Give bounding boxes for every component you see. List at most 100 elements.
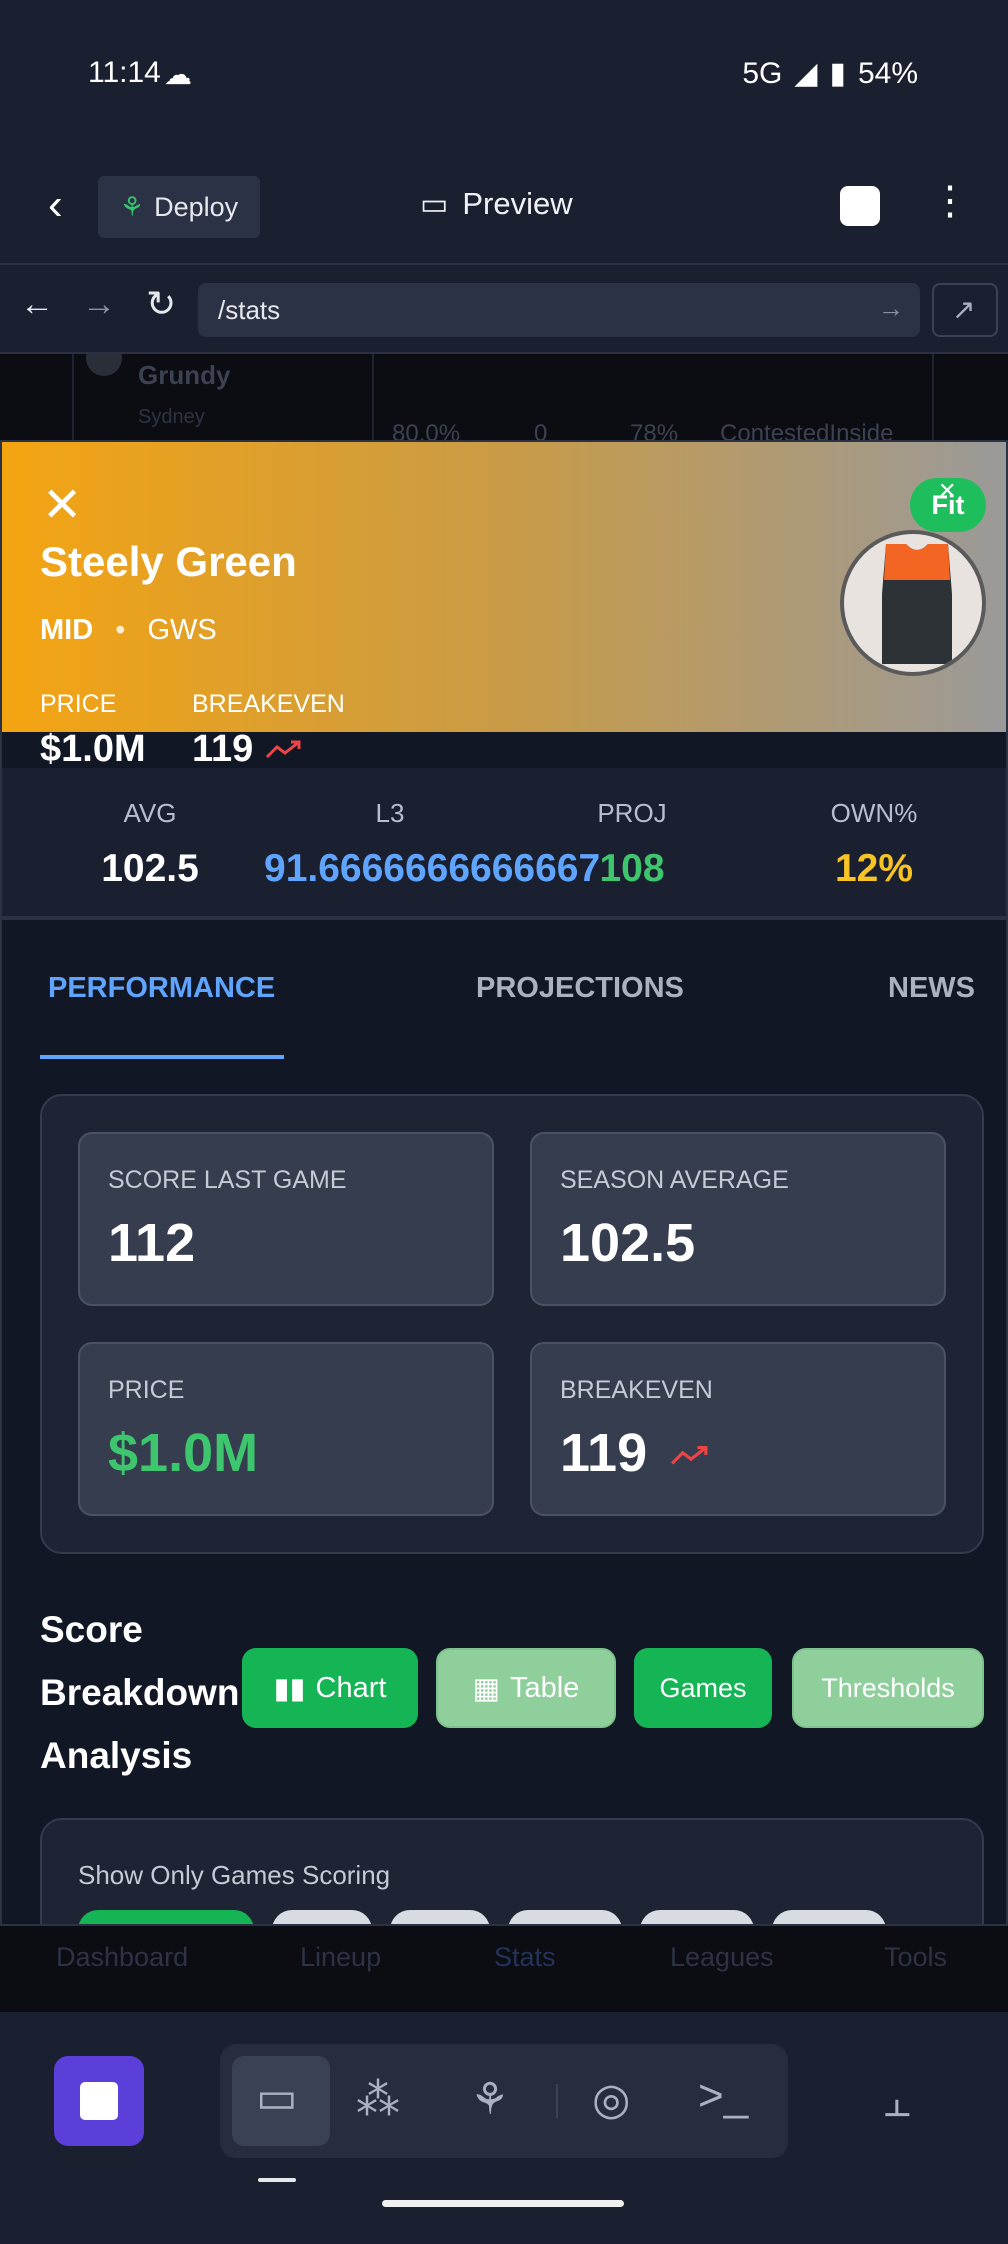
stat-proj: PROJ 108: [506, 768, 758, 891]
layout-toggle-icon[interactable]: ⫠: [884, 2080, 911, 2124]
card-label: PRICE: [108, 1376, 185, 1404]
filter-chip[interactable]: [272, 1910, 372, 1924]
filter-chip[interactable]: [772, 1910, 886, 1924]
database-icon[interactable]: ◎: [592, 2078, 630, 2122]
chart-button[interactable]: ▮▮ Chart: [242, 1648, 418, 1728]
close-icon[interactable]: ✕: [42, 482, 82, 530]
status-right: 5G ◢ ▮ 54%: [742, 56, 918, 91]
stat-value: 91.6666666666667: [264, 847, 601, 890]
filter-chip[interactable]: [508, 1910, 622, 1924]
player-modal: ✕ Steely Green MID • GWS PRICE BREAKEVEN…: [0, 440, 1008, 1926]
active-tool-indicator: [258, 2178, 296, 2182]
player-name: Steely Green: [40, 538, 297, 585]
price-value: $1.0M: [40, 728, 146, 770]
chart-label: Chart: [315, 1671, 387, 1704]
background-col: 80.0%: [392, 420, 461, 440]
nav-back-icon[interactable]: ←: [20, 285, 54, 324]
status-time: 11:14: [88, 56, 161, 89]
filter-chip[interactable]: [390, 1910, 490, 1924]
stat-avg: AVG 102.5: [24, 768, 276, 891]
background-col: 0: [534, 420, 548, 440]
nav-leagues[interactable]: Leagues: [670, 1942, 774, 1973]
nav-lineup[interactable]: Lineup: [300, 1942, 381, 1973]
filter-chip[interactable]: [78, 1910, 254, 1924]
more-vertical-icon[interactable]: ⋮: [930, 178, 970, 224]
price-label: PRICE: [40, 690, 117, 718]
breakeven-value-row: 119: [192, 728, 301, 771]
background-team: Sydney: [138, 406, 205, 428]
games-button[interactable]: Games: [634, 1648, 772, 1728]
filter-panel: Show Only Games Scoring: [40, 1818, 984, 1924]
preview-tool[interactable]: ▭: [232, 2056, 330, 2146]
filter-label: Show Only Games Scoring: [78, 1860, 391, 1890]
card-label: SCORE LAST GAME: [108, 1166, 347, 1194]
thresholds-button[interactable]: Thresholds: [792, 1648, 984, 1728]
nav-tools[interactable]: Tools: [884, 1942, 947, 1973]
back-chevron-icon[interactable]: ‹: [48, 180, 63, 230]
stat-label: L3: [375, 798, 405, 828]
reload-icon[interactable]: ↻: [146, 283, 176, 325]
key-stats-row: AVG 102.5 L3 91.6666666666667 PROJ 108 O…: [2, 768, 1006, 918]
table-label: Table: [510, 1671, 580, 1704]
url-text: /stats: [218, 295, 281, 325]
go-arrow-icon[interactable]: →: [878, 293, 904, 324]
breakeven-card: BREAKEVEN 119: [530, 1342, 946, 1516]
breakeven-label: BREAKEVEN: [192, 690, 345, 718]
player-banner: ✕ Steely Green MID • GWS PRICE BREAKEVEN…: [2, 442, 1006, 732]
player-avatar: [840, 530, 986, 676]
card-value: 112: [108, 1213, 196, 1273]
stop-button[interactable]: [54, 2056, 144, 2146]
monitor-icon: ▭: [420, 187, 449, 221]
signal-icon: ◢: [794, 57, 818, 90]
trending-up-icon: [670, 1445, 708, 1465]
stat-value: 102.5: [101, 847, 199, 890]
breakeven-value: 119: [192, 728, 254, 770]
background-col: ContestedInside: [720, 420, 894, 440]
tool-group: ▭ ⁂ ⚘ ◎ >_: [220, 2044, 788, 2158]
deploy-tool-icon[interactable]: ⚘: [470, 2078, 509, 2122]
stop-icon: [80, 2082, 118, 2120]
deploy-button[interactable]: ⚘ Deploy: [98, 176, 260, 238]
player-position: MID: [40, 614, 94, 646]
nav-forward-icon[interactable]: →: [82, 285, 116, 324]
tab-bar: PERFORMANCE PROJECTIONS NEWS: [2, 918, 1006, 1059]
breakdown-title: Score Breakdown Analysis: [40, 1609, 240, 1776]
table-button[interactable]: ▦ Table: [436, 1648, 616, 1728]
bar-chart-icon: ▮▮: [273, 1672, 306, 1705]
badge-close-icon[interactable]: ✕: [938, 478, 956, 504]
stat-label: OWN%: [830, 798, 918, 828]
stat-label: PROJ: [597, 798, 667, 828]
packages-icon[interactable]: ⁂: [356, 2078, 400, 2122]
tab-news[interactable]: NEWS: [888, 972, 975, 1005]
url-bar: ← → ↻ /stats → ↗: [0, 267, 1008, 354]
preview-title: ▭ Preview: [420, 186, 573, 222]
background-page: Grundy Sydney 80.0% 0 78% ContestedInsid…: [0, 354, 1008, 440]
season-average-card: SEASON AVERAGE 102.5: [530, 1132, 946, 1306]
stat-own: OWN% 12%: [748, 768, 1000, 891]
stat-value: 108: [599, 847, 665, 890]
card-label: BREAKEVEN: [560, 1376, 713, 1404]
tabs-icon[interactable]: [840, 186, 880, 226]
notification-icon: ☁: [164, 59, 192, 90]
guernsey-icon: [882, 544, 952, 664]
summary-panel: SCORE LAST GAME 112 SEASON AVERAGE 102.5…: [40, 1094, 984, 1554]
shell-icon[interactable]: >_: [698, 2074, 748, 2118]
games-label: Games: [659, 1672, 747, 1703]
tool-divider: [556, 2084, 558, 2118]
last-game-card: SCORE LAST GAME 112: [78, 1132, 494, 1306]
background-avatar: [86, 354, 122, 376]
nav-stats[interactable]: Stats: [494, 1942, 556, 1973]
nav-dashboard[interactable]: Dashboard: [56, 1942, 188, 1973]
filter-chip[interactable]: [640, 1910, 754, 1924]
stat-label: AVG: [123, 798, 177, 828]
background-player: Grundy: [138, 360, 231, 390]
tab-performance[interactable]: PERFORMANCE: [48, 972, 275, 1005]
url-input[interactable]: /stats →: [198, 283, 920, 337]
ide-toolbar: ▭ ⁂ ⚘ ◎ >_ ⫠: [0, 2012, 1008, 2244]
trending-up-icon: [266, 740, 301, 758]
card-label: SEASON AVERAGE: [560, 1166, 789, 1194]
open-external-button[interactable]: ↗: [932, 283, 998, 337]
tab-projections[interactable]: PROJECTIONS: [476, 972, 684, 1005]
table-icon: ▦: [472, 1672, 501, 1705]
deploy-label: Deploy: [154, 191, 239, 222]
